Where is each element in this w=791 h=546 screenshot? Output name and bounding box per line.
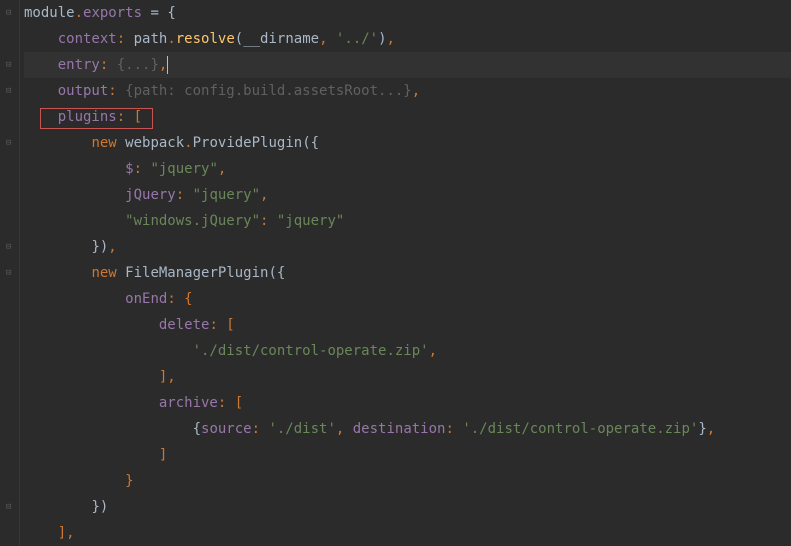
code-line[interactable]: jQuery: "jquery", <box>24 182 791 208</box>
editor-gutter: ⊟ ⊟ ⊟ ⊟ ⊟ ⊟ ⊟ <box>0 0 20 546</box>
fold-toggle-icon[interactable]: ⊟ <box>6 9 14 17</box>
fold-toggle-icon[interactable]: ⊟ <box>6 269 14 277</box>
fold-toggle-icon[interactable]: ⊟ <box>6 61 14 69</box>
code-line[interactable]: './dist/control-operate.zip', <box>24 338 791 364</box>
gutter-marks: ⊟ ⊟ ⊟ ⊟ ⊟ ⊟ ⊟ <box>0 0 19 546</box>
code-line[interactable]: context: path.resolve(__dirname, '../'), <box>24 26 791 52</box>
code-line[interactable]: archive: [ <box>24 390 791 416</box>
code-line[interactable]: new FileManagerPlugin({ <box>24 260 791 286</box>
code-line[interactable]: }), <box>24 234 791 260</box>
fold-toggle-icon[interactable]: ⊟ <box>6 139 14 147</box>
code-line[interactable]: plugins: [ <box>24 104 791 130</box>
code-line[interactable]: ], <box>24 364 791 390</box>
text-cursor <box>167 56 168 74</box>
code-line[interactable]: module.exports = { <box>24 0 791 26</box>
code-editor[interactable]: module.exports = { context: path.resolve… <box>20 0 791 546</box>
code-line[interactable]: ], <box>24 520 791 546</box>
code-line[interactable]: "windows.jQuery": "jquery" <box>24 208 791 234</box>
code-line[interactable]: ] <box>24 442 791 468</box>
fold-toggle-icon[interactable]: ⊟ <box>6 243 14 251</box>
code-line[interactable]: {source: './dist', destination: './dist/… <box>24 416 791 442</box>
code-line[interactable]: new webpack.ProvidePlugin({ <box>24 130 791 156</box>
fold-toggle-icon[interactable]: ⊟ <box>6 503 14 511</box>
code-line[interactable]: entry: {...}, <box>24 52 791 78</box>
code-line[interactable]: }) <box>24 494 791 520</box>
code-line[interactable]: $: "jquery", <box>24 156 791 182</box>
fold-toggle-icon[interactable]: ⊟ <box>6 87 14 95</box>
code-line[interactable]: output: {path: config.build.assetsRoot..… <box>24 78 791 104</box>
code-line[interactable]: onEnd: { <box>24 286 791 312</box>
code-line[interactable]: } <box>24 468 791 494</box>
code-line[interactable]: delete: [ <box>24 312 791 338</box>
